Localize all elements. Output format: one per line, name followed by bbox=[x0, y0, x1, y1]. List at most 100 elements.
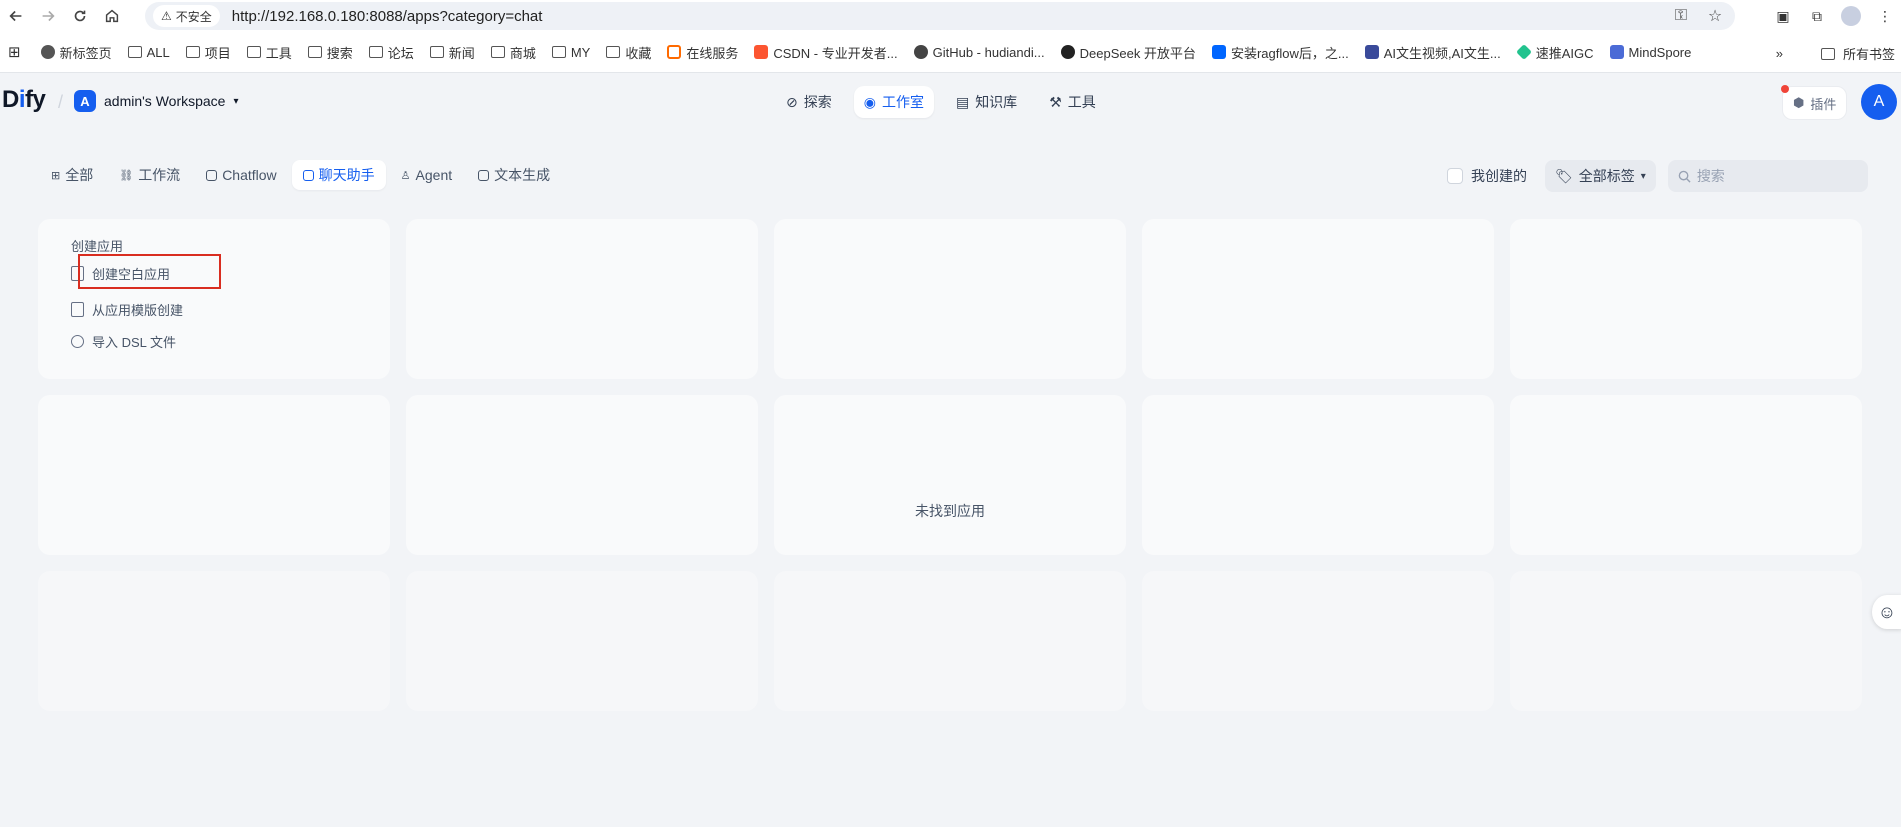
workspace-avatar: A bbox=[74, 90, 96, 112]
bookmark-folder[interactable]: 搜索 bbox=[307, 43, 353, 62]
nav-tools[interactable]: ⚒ 工具 bbox=[1039, 86, 1106, 118]
bookmark-label: DeepSeek 开放平台 bbox=[1079, 45, 1196, 61]
placeholder-card bbox=[1510, 395, 1862, 555]
plugins-label: 插件 bbox=[1810, 96, 1837, 112]
placeholder-card bbox=[1142, 219, 1494, 379]
bookmark-item[interactable]: MindSpore bbox=[1609, 45, 1691, 60]
my-created-label[interactable]: 我创建的 bbox=[1471, 166, 1527, 186]
bookmark-folder[interactable]: 论坛 bbox=[368, 43, 414, 62]
bookmark-item[interactable]: AI文生视频,AI文生... bbox=[1364, 43, 1501, 62]
tab-agent[interactable]: ♙ Agent bbox=[390, 160, 463, 190]
chevron-down-icon: ▾ bbox=[233, 95, 239, 107]
bookmark-folder[interactable]: 项目 bbox=[185, 43, 231, 62]
mindspore-icon bbox=[1609, 45, 1624, 59]
back-button[interactable] bbox=[0, 0, 32, 32]
all-bookmarks-label[interactable]: 所有书签 bbox=[1843, 44, 1895, 63]
security-label: 不安全 bbox=[175, 9, 212, 24]
app-header: Dify / A admin's Workspace ▾ ⊘ 探索 ◉ 工作室 ▤ 知… bbox=[0, 74, 1901, 130]
tab-text-generation[interactable]: 文本生成 bbox=[467, 160, 561, 190]
search-input[interactable] bbox=[1696, 168, 1857, 184]
import-dsl-button[interactable]: 导入 DSL 文件 bbox=[71, 332, 176, 351]
bookmark-item[interactable]: 安装ragflow后，之... bbox=[1211, 43, 1349, 62]
workspace-name: admin's Workspace bbox=[104, 93, 226, 109]
home-icon bbox=[105, 9, 119, 23]
highlight-annotation bbox=[78, 254, 221, 289]
bookmark-label: 工具 bbox=[265, 45, 292, 61]
menu-dots-icon[interactable]: ⋮ bbox=[1875, 6, 1895, 26]
workspace-switcher[interactable]: A admin's Workspace ▾ bbox=[74, 90, 239, 112]
chevron-down-icon: ▾ bbox=[1640, 170, 1646, 182]
extensions-icon[interactable]: ⧉ bbox=[1807, 6, 1827, 26]
placeholder-card bbox=[406, 219, 758, 379]
bookmark-item[interactable]: CSDN - 专业开发者... bbox=[754, 43, 898, 62]
browser-toolbar: ⚠ 不安全 http://192.168.0.180:8088/apps?cat… bbox=[0, 0, 1901, 32]
bookmark-item[interactable]: DeepSeek 开放平台 bbox=[1060, 43, 1196, 62]
folder-icon bbox=[368, 46, 383, 58]
tab-chat-assistant[interactable]: 聊天助手 bbox=[291, 160, 386, 190]
placeholder-card bbox=[774, 571, 1126, 711]
bookmark-item[interactable]: 在线服务 bbox=[667, 43, 738, 62]
tag-icon: 🏷 bbox=[1555, 167, 1573, 184]
star-icon[interactable]: ☆ bbox=[1705, 6, 1725, 26]
bookmark-label: 在线服务 bbox=[686, 45, 739, 61]
apps-grid-icon[interactable]: ⊞ bbox=[8, 43, 21, 61]
reading-mode-icon[interactable]: ▣ bbox=[1773, 6, 1793, 26]
bookmark-label: 速推AIGC bbox=[1535, 45, 1594, 61]
folder-icon bbox=[606, 46, 621, 58]
search-icon bbox=[1678, 170, 1691, 183]
user-avatar[interactable]: A bbox=[1861, 84, 1897, 120]
bookmark-folder[interactable]: 收藏 bbox=[606, 43, 651, 62]
create-app-card: 创建应用 创建空白应用 从应用模版创建 导入 DSL 文件 bbox=[38, 219, 390, 379]
grid-icon: ⊞ bbox=[51, 169, 61, 182]
bookmark-item[interactable]: GitHub - hudiandi... bbox=[913, 44, 1045, 60]
notification-dot bbox=[1781, 85, 1789, 93]
nav-studio[interactable]: ◉ 工作室 bbox=[853, 86, 934, 118]
reload-button[interactable] bbox=[64, 0, 96, 32]
tab-workflow[interactable]: ⛓ 工作流 bbox=[108, 160, 191, 190]
bookmark-label: GitHub - hudiandi... bbox=[932, 44, 1045, 60]
deepseek-icon bbox=[1060, 45, 1075, 59]
text-icon bbox=[478, 169, 490, 181]
tag-filter-dropdown[interactable]: 🏷 全部标签 ▾ bbox=[1545, 160, 1656, 192]
nav-explore[interactable]: ⊘ 探索 bbox=[776, 86, 842, 118]
logo-text: D bbox=[2, 86, 19, 113]
nav-knowledge[interactable]: ▤ 知识库 bbox=[946, 86, 1027, 118]
placeholder-card bbox=[774, 219, 1126, 379]
security-chip[interactable]: ⚠ 不安全 bbox=[153, 5, 220, 27]
my-created-checkbox[interactable] bbox=[1447, 168, 1463, 184]
assistant-avatar-icon[interactable]: ☺ bbox=[1872, 595, 1901, 629]
bookmark-folder[interactable]: ALL bbox=[127, 45, 170, 60]
bookmark-folder[interactable]: 工具 bbox=[246, 43, 292, 62]
book-icon: ▤ bbox=[955, 93, 970, 110]
zhihu-icon bbox=[1211, 45, 1226, 59]
bookmark-folder[interactable]: 商城 bbox=[490, 43, 536, 62]
placeholder-card bbox=[774, 395, 1126, 555]
key-icon[interactable]: ⚿ bbox=[1671, 6, 1691, 26]
create-item-label: 从应用模版创建 bbox=[92, 303, 184, 318]
profile-avatar[interactable] bbox=[1841, 6, 1861, 26]
main-nav: ⊘ 探索 ◉ 工作室 ▤ 知识库 ⚒ 工具 bbox=[776, 86, 1106, 118]
bookmark-label: AI文生视频,AI文生... bbox=[1383, 45, 1501, 61]
address-bar[interactable]: ⚠ 不安全 http://192.168.0.180:8088/apps?cat… bbox=[145, 2, 1735, 30]
tab-chatflow[interactable]: Chatflow bbox=[195, 160, 287, 190]
url-text[interactable]: http://192.168.0.180:8088/apps?category=… bbox=[232, 8, 543, 25]
forward-button[interactable] bbox=[32, 0, 64, 32]
placeholder-card bbox=[38, 571, 390, 711]
plugins-button[interactable]: ⬢ 插件 bbox=[1781, 85, 1848, 120]
bookmark-label: 收藏 bbox=[625, 45, 652, 61]
bookmark-label: MY bbox=[570, 44, 591, 60]
bookmark-item[interactable]: 新标签页 bbox=[40, 43, 112, 62]
forward-arrow-icon bbox=[42, 10, 55, 22]
dify-logo[interactable]: Dify bbox=[2, 86, 46, 114]
more-bookmarks-icon[interactable]: » bbox=[1776, 46, 1783, 61]
create-from-template-button[interactable]: 从应用模版创建 bbox=[71, 300, 183, 319]
tab-all[interactable]: ⊞ 全部 bbox=[40, 160, 104, 190]
back-arrow-icon bbox=[9, 10, 22, 22]
bookmark-folder[interactable]: MY bbox=[551, 44, 591, 60]
placeholder-card bbox=[1142, 571, 1494, 711]
placeholder-card bbox=[406, 395, 758, 555]
compass-icon: ⊘ bbox=[786, 93, 798, 110]
bookmark-item[interactable]: 速推AIGC bbox=[1515, 43, 1594, 62]
home-button[interactable] bbox=[96, 0, 128, 32]
bookmark-folder[interactable]: 新闻 bbox=[429, 43, 475, 62]
